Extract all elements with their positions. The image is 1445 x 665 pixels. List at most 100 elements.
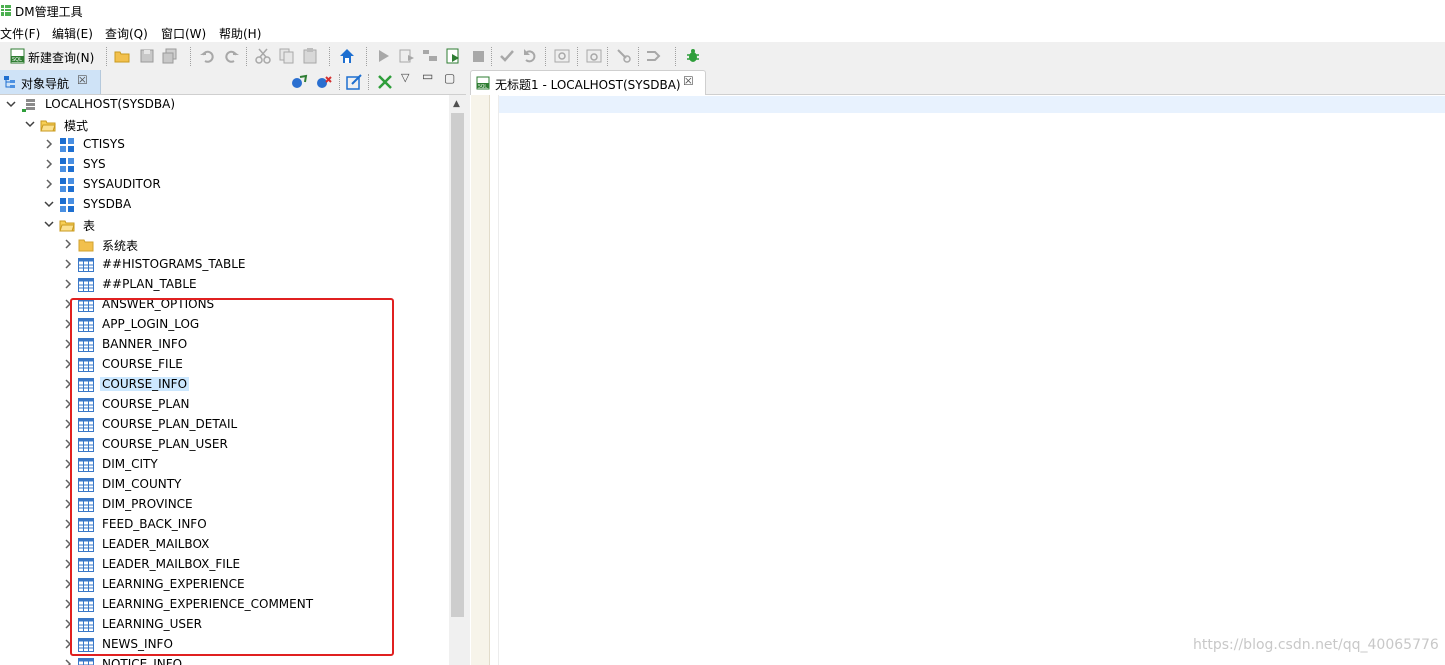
chevron-right-icon[interactable]	[62, 638, 74, 650]
tree-item-label: ##PLAN_TABLE	[102, 277, 197, 291]
save-all-icon[interactable]	[161, 47, 179, 65]
chevron-right-icon[interactable]	[43, 178, 55, 190]
paste-icon[interactable]	[301, 47, 319, 65]
new-query-sql-icon[interactable]: SQL	[9, 47, 27, 65]
rollback-icon[interactable]	[521, 47, 539, 65]
execute-icon[interactable]	[374, 47, 392, 65]
menu-edit[interactable]: 编辑(E)	[52, 25, 93, 42]
tree-item-label: COURSE_PLAN_USER	[102, 437, 228, 451]
minimize-icon[interactable]: ▭	[422, 69, 433, 83]
redo-icon[interactable]	[222, 47, 240, 65]
save-icon[interactable]	[138, 47, 156, 65]
chevron-right-icon[interactable]	[62, 298, 74, 310]
tab-object-navigator[interactable]: 对象导航 ☒	[0, 70, 101, 94]
navigator-tree-icon	[4, 76, 15, 88]
chevron-right-icon[interactable]	[62, 238, 74, 250]
schema-icon	[59, 177, 75, 193]
panel-splitter[interactable]	[466, 70, 470, 665]
menu-window[interactable]: 窗口(W)	[161, 25, 206, 42]
tree-item-label: BANNER_INFO	[102, 337, 188, 351]
table-icon	[78, 537, 94, 553]
chevron-down-icon[interactable]	[43, 198, 55, 210]
close-icon[interactable]: ☒	[683, 74, 694, 88]
chevron-right-icon[interactable]	[62, 398, 74, 410]
debug-bug-icon[interactable]	[684, 47, 702, 65]
tree-item-label: NOTICE_INFO	[102, 657, 183, 665]
open-folder-icon[interactable]	[113, 47, 131, 65]
chevron-right-icon[interactable]	[62, 258, 74, 270]
table-icon	[78, 577, 94, 593]
run-file-icon[interactable]	[445, 47, 463, 65]
chevron-right-icon[interactable]	[62, 358, 74, 370]
menu-query[interactable]: 查询(Q)	[105, 25, 148, 42]
tree-scrollbar[interactable]: ▲	[449, 95, 466, 665]
chevron-right-icon[interactable]	[43, 158, 55, 170]
toolbar-separator	[607, 47, 609, 66]
connect-icon[interactable]	[290, 74, 308, 90]
table-icon	[78, 377, 94, 393]
step-execute-icon[interactable]	[421, 47, 439, 65]
sql-editor[interactable]	[499, 95, 1445, 665]
chevron-right-icon[interactable]	[62, 578, 74, 590]
menu-file[interactable]: 文件(F)	[0, 25, 40, 42]
explain-plan-icon[interactable]	[553, 47, 571, 65]
table-icon	[78, 437, 94, 453]
window-title: DM管理工具	[15, 5, 83, 19]
tree-item-label: COURSE_INFO	[100, 377, 190, 391]
expand-all-icon[interactable]	[377, 74, 393, 90]
chevron-down-icon[interactable]	[43, 218, 55, 230]
maximize-icon[interactable]: ▢	[444, 71, 455, 85]
app-database-icon	[1, 5, 11, 16]
table-icon	[78, 257, 94, 273]
chevron-down-icon[interactable]	[24, 118, 36, 130]
scroll-up-arrow-icon[interactable]: ▲	[453, 99, 460, 109]
chevron-right-icon[interactable]	[62, 498, 74, 510]
cut-icon[interactable]	[254, 47, 272, 65]
calendar-settings-icon[interactable]	[585, 47, 603, 65]
chevron-right-icon[interactable]	[62, 598, 74, 610]
chevron-down-icon[interactable]	[5, 98, 17, 110]
chevron-right-icon[interactable]	[62, 458, 74, 470]
chevron-right-icon[interactable]	[62, 338, 74, 350]
chevron-right-icon[interactable]	[62, 558, 74, 570]
scrollbar-thumb[interactable]	[451, 113, 464, 617]
toolbar-separator	[190, 47, 192, 66]
chevron-right-icon[interactable]	[62, 418, 74, 430]
chevron-right-icon[interactable]	[62, 478, 74, 490]
table-icon	[78, 497, 94, 513]
undo-icon[interactable]	[199, 47, 217, 65]
chevron-right-icon[interactable]	[62, 318, 74, 330]
table-icon	[78, 597, 94, 613]
execute-script-icon[interactable]	[398, 47, 416, 65]
edit-icon[interactable]	[346, 74, 362, 90]
view-menu-chevron-icon[interactable]: ▽	[401, 71, 409, 84]
tree-item-label: LEADER_MAILBOX	[102, 537, 210, 551]
chevron-right-icon[interactable]	[43, 138, 55, 150]
new-query-button[interactable]: 新建查询(N)	[28, 49, 94, 66]
tree-item-label: LOCALHOST(SYSDBA)	[45, 97, 176, 111]
chevron-right-icon[interactable]	[62, 438, 74, 450]
close-icon[interactable]: ☒	[77, 73, 88, 87]
editor-tabbar: SQL 无标题1 - LOCALHOST(SYSDBA) ☒	[470, 70, 1445, 95]
table-icon	[78, 277, 94, 293]
toolbar-separator	[675, 47, 677, 66]
commit-check-icon[interactable]	[498, 47, 516, 65]
copy-icon[interactable]	[278, 47, 296, 65]
tab-untitled-query[interactable]: SQL 无标题1 - LOCALHOST(SYSDBA) ☒	[470, 70, 706, 95]
editor-tab-label: 无标题1 - LOCALHOST(SYSDBA)	[495, 78, 681, 92]
menu-help[interactable]: 帮助(H)	[219, 25, 261, 42]
stop-icon[interactable]	[469, 47, 487, 65]
chevron-right-icon[interactable]	[62, 658, 74, 665]
chevron-right-icon[interactable]	[62, 618, 74, 630]
tree-item-label: ANSWER_OPTIONS	[102, 297, 215, 311]
chevron-right-icon[interactable]	[62, 278, 74, 290]
schema-icon	[59, 137, 75, 153]
disconnect-icon[interactable]	[315, 74, 333, 90]
chevron-right-icon[interactable]	[62, 538, 74, 550]
home-icon[interactable]	[338, 47, 356, 65]
step-over-icon[interactable]	[645, 47, 663, 65]
debug-config-icon[interactable]	[615, 47, 633, 65]
chevron-right-icon[interactable]	[62, 378, 74, 390]
chevron-right-icon[interactable]	[62, 518, 74, 530]
table-icon	[78, 637, 94, 653]
